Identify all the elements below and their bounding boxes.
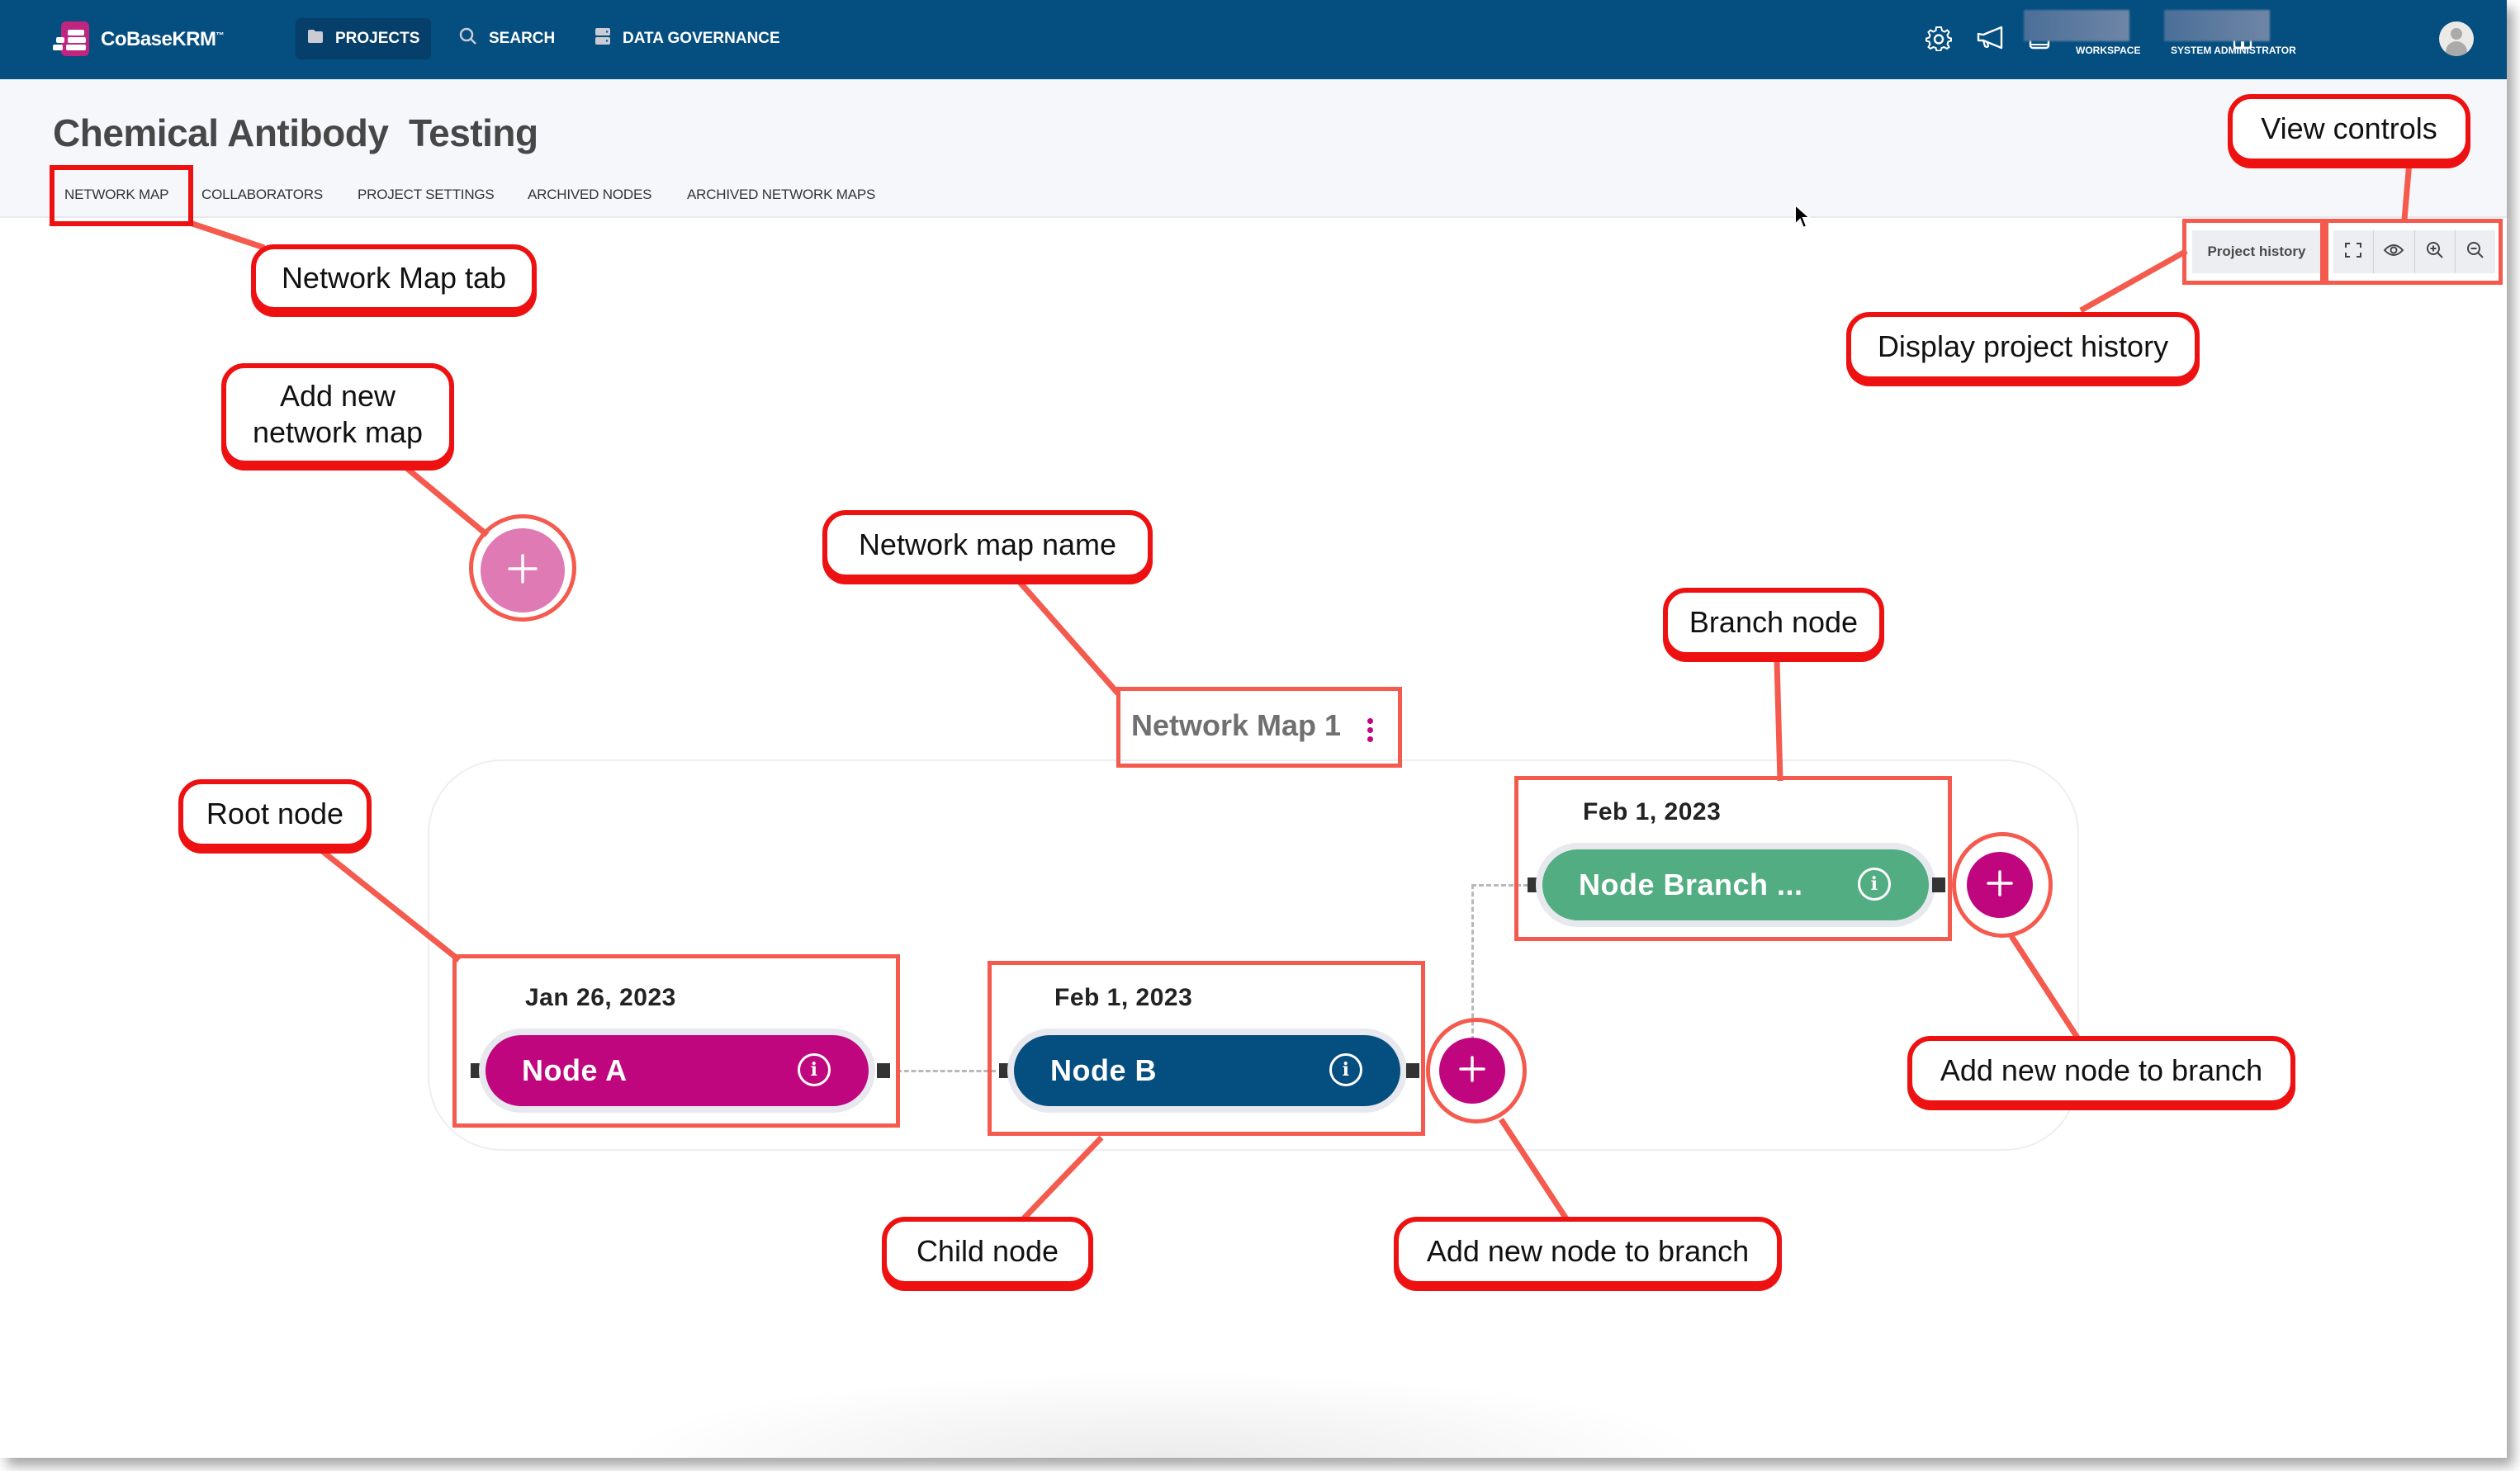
highlight-add-node-2: [1952, 832, 2053, 938]
highlight-add-node-1: [1426, 1018, 1527, 1123]
decorative-shadow: [611, 1370, 1717, 1458]
callout-view-controls: View controls: [2228, 94, 2470, 163]
callout-display-project-history: Display project history: [1846, 312, 2200, 381]
callout-add-node-to-branch-1: Add new node to branch: [1394, 1217, 1782, 1286]
workspace-label: WORKSPACE: [2076, 45, 2141, 56]
tab-archived-network-maps[interactable]: ARCHIVED NETWORK MAPS: [687, 187, 875, 203]
brand-name: CoBaseKRM™: [101, 28, 225, 50]
highlight-child-node: [988, 961, 1425, 1136]
connector-a-b: [897, 1070, 996, 1072]
highlight-add-map: [469, 514, 576, 622]
callout-root-node: Root node: [178, 779, 372, 849]
tab-archived-nodes[interactable]: ARCHIVED NODES: [528, 187, 651, 203]
gear-icon[interactable]: [1926, 25, 1952, 52]
callout-network-map-name: Network map name: [822, 510, 1153, 579]
tab-project-settings[interactable]: PROJECT SETTINGS: [358, 187, 495, 203]
mouse-cursor-icon: [1793, 202, 1813, 235]
highlight-branch-node: [1514, 776, 1952, 941]
callout-child-node: Child node: [882, 1217, 1093, 1286]
database-icon: [594, 27, 611, 50]
callout-add-node-to-branch-2: Add new node to branch: [1907, 1036, 2295, 1105]
megaphone-icon[interactable]: [1977, 25, 2003, 51]
callout-network-map-tab: Network Map tab: [251, 244, 537, 312]
project-header: Chemical Antibody Testing NETWORK MAP CO…: [0, 79, 2507, 218]
highlight-root-node: [452, 954, 900, 1128]
workspace-name-redacted: [2024, 10, 2129, 41]
nav-search[interactable]: SEARCH: [448, 18, 566, 59]
project-title: Chemical Antibody Testing: [53, 111, 538, 154]
folder-icon: [307, 29, 324, 49]
logo-icon: [53, 21, 94, 58]
callout-add-new-network-map: Add new network map: [221, 363, 454, 466]
user-name-redacted: [2164, 10, 2270, 41]
top-navigation-bar: CoBaseKRM™ PROJECTS SEARCH DATA GOVERNAN…: [0, 0, 2507, 79]
tab-collaborators[interactable]: COLLABORATORS: [201, 187, 323, 203]
callout-branch-node: Branch node: [1663, 588, 1884, 657]
highlight-project-history: [2182, 219, 2324, 285]
nav-data-governance[interactable]: DATA GOVERNANCE: [583, 18, 792, 59]
highlight-view-controls: [2324, 219, 2503, 285]
user-avatar[interactable]: [2439, 21, 2474, 56]
highlight-network-map-tab: [50, 165, 193, 226]
brand-logo[interactable]: CoBaseKRM™: [53, 21, 225, 58]
search-icon: [459, 27, 477, 50]
user-role-label: SYSTEM ADMINISTRATOR: [2171, 45, 2296, 56]
app-window: CoBaseKRM™ PROJECTS SEARCH DATA GOVERNAN…: [0, 0, 2507, 1458]
nav-projects[interactable]: PROJECTS: [296, 18, 432, 59]
highlight-map-name: [1116, 687, 1402, 768]
